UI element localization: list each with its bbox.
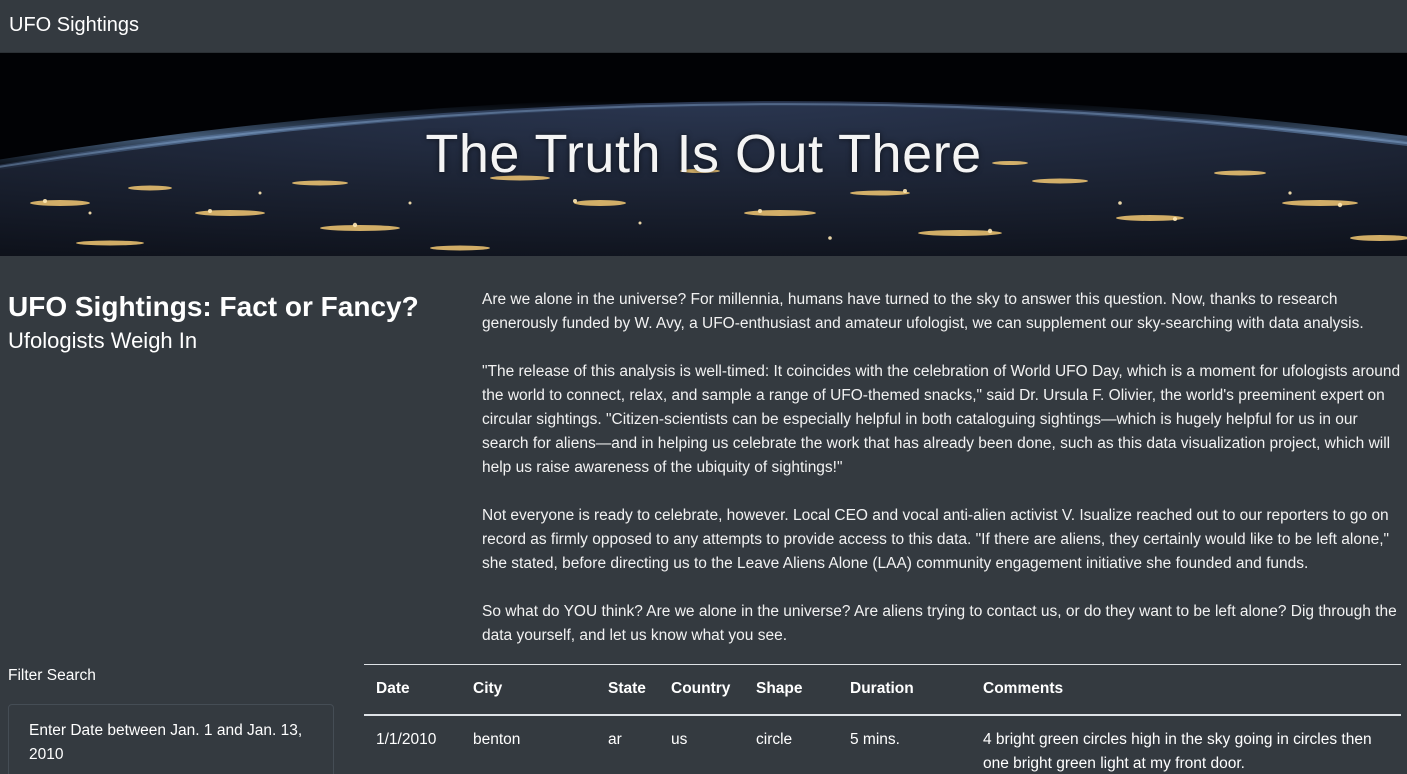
hero-banner: The Truth Is Out There [0, 53, 1407, 256]
column-header-state: State [596, 664, 659, 716]
filter-panel: Enter Date between Jan. 1 and Jan. 13, 2… [8, 704, 334, 774]
article-paragraph: So what do YOU think? Are we alone in th… [482, 603, 1397, 644]
column-header-city: City [461, 664, 596, 716]
column-header-duration: Duration [838, 664, 971, 716]
column-header-date: Date [364, 664, 461, 716]
article-paragraph: Not everyone is ready to celebrate, howe… [482, 507, 1390, 572]
column-header-comments: Comments [971, 664, 1401, 716]
hero-title: The Truth Is Out There [425, 124, 982, 184]
cell-state: ar [608, 730, 622, 748]
column-header-shape: Shape [744, 664, 838, 716]
article-body: Are we alone in the universe? For millen… [482, 288, 1402, 672]
column-header-country: Country [659, 664, 744, 716]
article-paragraph: "The release of this analysis is well-ti… [482, 363, 1401, 476]
cell-country: us [671, 730, 688, 748]
page-title: UFO Sightings: Fact or Fancy? [8, 291, 419, 322]
cell-shape: circle [756, 730, 793, 748]
cell-city: benton [473, 730, 521, 748]
table-row: 1/1/2010 benton ar us circle 5 mins. 4 b… [364, 715, 1401, 774]
navbar: UFO Sightings [0, 0, 1407, 53]
navbar-brand-link[interactable]: UFO Sightings [9, 14, 139, 37]
article-paragraph: Are we alone in the universe? For millen… [482, 291, 1364, 332]
intro-heading-block: UFO Sightings: Fact or Fancy? Ufologists… [8, 290, 448, 356]
table-header: Date City State Country Shape Duration C… [364, 664, 1401, 716]
cell-duration: 5 mins. [850, 730, 900, 748]
cell-comments: 4 bright green circles high in the sky g… [983, 730, 1372, 772]
sightings-table: Date City State Country Shape Duration C… [364, 664, 1401, 774]
cell-date: 1/1/2010 [376, 730, 437, 748]
filter-search-heading: Filter Search [8, 667, 96, 684]
date-filter-label: Enter Date between Jan. 1 and Jan. 13, 2… [29, 722, 303, 763]
page-subtitle: Ufologists Weigh In [8, 328, 198, 353]
